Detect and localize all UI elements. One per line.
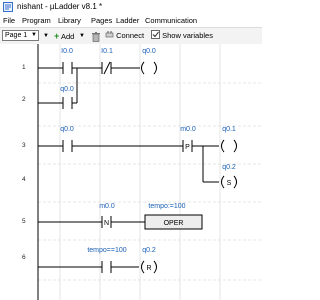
rung-3[interactable] — [38, 139, 237, 189]
r1-contact2-label: I0.1 — [101, 48, 113, 55]
r5-block-label: OPER — [164, 220, 184, 227]
connect-button-label: Connect — [116, 31, 145, 40]
r5-contact1-label: m0.0 — [99, 203, 115, 210]
menu-communication[interactable]: Communication — [145, 15, 197, 26]
rung-2[interactable] — [38, 97, 77, 109]
toolbar: Page 1 ▼ ▼ + Add ▼ Connect Show variable… — [0, 27, 262, 45]
menu-bar: File Program Library Pages Ladder Commun… — [0, 14, 262, 27]
r2-contact1-label: q0.0 — [60, 86, 74, 93]
r6-coil-type: R — [146, 265, 151, 272]
r5-contact1-type: N — [104, 220, 109, 227]
menu-library[interactable]: Library — [58, 15, 81, 26]
checkbox-icon — [151, 30, 160, 39]
r4-coil-type: S — [227, 180, 232, 187]
menu-program[interactable]: Program — [22, 15, 51, 26]
ladder-canvas[interactable]: 1 2 3 4 5 6 I0.0 I0.1 q0.0 q0.0 q0.0 m0.… — [0, 44, 262, 300]
r1-contact1-label: I0.0 — [61, 48, 73, 55]
menu-ladder[interactable]: Ladder — [116, 15, 139, 26]
title-bar: nishant - µLadder v8.1 * — [0, 0, 262, 14]
chevron-down-icon: ▼ — [31, 32, 37, 38]
r5-block-param: tempo:=100 — [148, 203, 185, 210]
connect-button[interactable]: Connect — [105, 30, 144, 42]
window-title: nishant - µLadder v8.1 * — [17, 2, 103, 11]
menu-pages[interactable]: Pages — [91, 15, 112, 26]
page-select-value: Page 1 — [5, 32, 28, 39]
menu-file[interactable]: File — [3, 15, 15, 26]
r3-contact1-label: q0.0 — [60, 126, 74, 133]
rung-6[interactable] — [38, 260, 157, 274]
ladder-diagram: I0.0 I0.1 q0.0 q0.0 q0.0 m0.0 P q0.1 q0.… — [37, 44, 262, 300]
r4-coil-label: q0.2 — [222, 164, 236, 171]
plug-icon — [105, 31, 114, 38]
app-icon — [3, 2, 13, 12]
r6-coil-label: q0.2 — [142, 247, 156, 254]
r6-contact1-label: tempo==100 — [87, 247, 126, 254]
r3-contact2-type: P — [185, 144, 190, 151]
rung-1[interactable] — [38, 61, 157, 103]
show-variables-label: Show variables — [162, 31, 213, 40]
page-select[interactable]: Page 1 ▼ — [2, 30, 39, 41]
plus-icon: + — [54, 31, 60, 41]
add-button[interactable]: + Add — [54, 30, 80, 42]
r1-coil-label: q0.0 — [142, 48, 156, 55]
show-variables-button[interactable]: Show variables — [151, 30, 213, 42]
add-dropdown-arrow[interactable]: ▼ — [79, 30, 85, 42]
ladder-grid — [59, 44, 221, 300]
trash-icon[interactable] — [92, 31, 100, 43]
page-dropdown-arrow[interactable]: ▼ — [43, 30, 49, 42]
r3-contact2-label: m0.0 — [180, 126, 196, 133]
add-button-label: Add — [60, 32, 75, 41]
r3-coil-label: q0.1 — [222, 126, 236, 133]
